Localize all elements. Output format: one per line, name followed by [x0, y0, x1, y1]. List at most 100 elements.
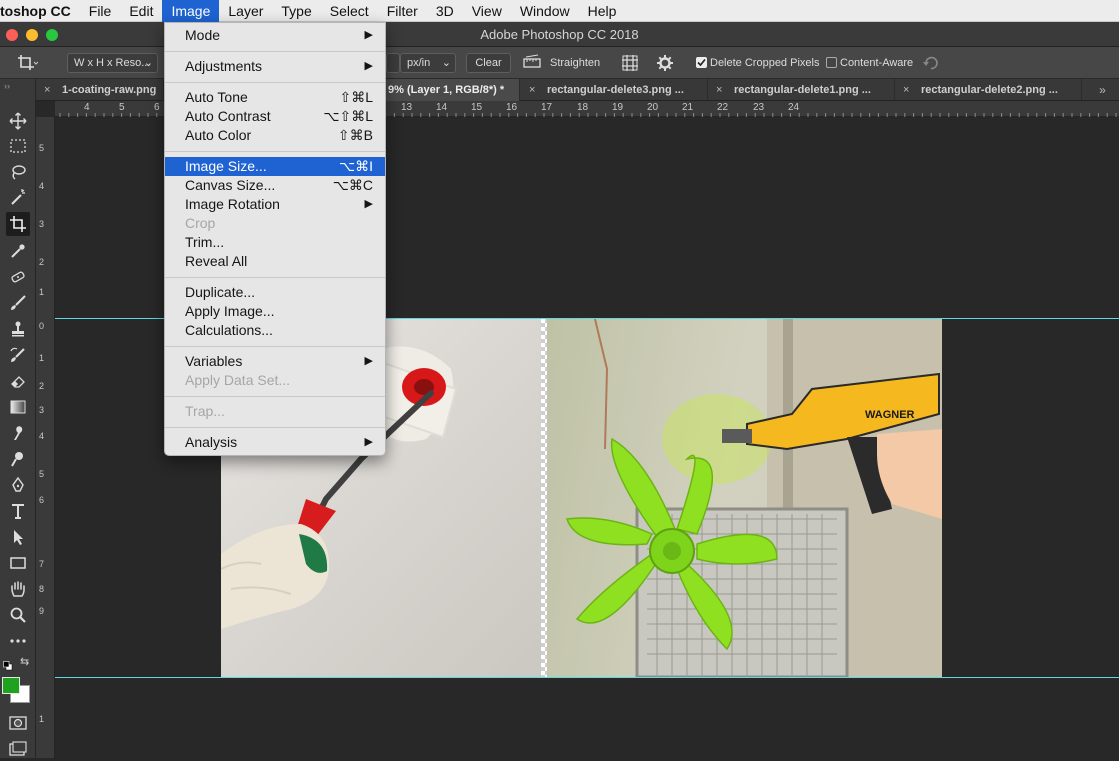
tab-document-active[interactable]: 9% (Layer 1, RGB/8*) * [386, 79, 520, 101]
menu-3d[interactable]: 3D [427, 0, 463, 22]
spot-healing-tool-icon[interactable] [6, 265, 30, 289]
spray-gun-brand-text: WAGNER [865, 409, 915, 421]
crop-tool-icon[interactable] [6, 212, 30, 236]
menu-item-variables[interactable]: Variables ▶ [165, 352, 385, 371]
tab-document[interactable]: × rectangular-delete2.png ... [895, 79, 1082, 101]
ruler-label: 5 [119, 102, 125, 113]
menu-help[interactable]: Help [579, 0, 626, 22]
more-tools-icon[interactable] [6, 629, 30, 653]
zoom-window-button[interactable] [46, 29, 58, 41]
ruler-label: 6 [154, 102, 160, 113]
delete-cropped-checkbox[interactable] [696, 57, 707, 68]
move-tool-icon[interactable] [6, 109, 30, 133]
brush-tool-icon[interactable] [6, 291, 30, 315]
menu-view[interactable]: View [463, 0, 511, 22]
menu-layer[interactable]: Layer [219, 0, 272, 22]
menu-edit[interactable]: Edit [120, 0, 162, 22]
ruler-label: 2 [39, 381, 45, 391]
screen-mode-icon[interactable] [6, 737, 30, 761]
menu-filter[interactable]: Filter [378, 0, 427, 22]
collapse-panel-icon[interactable]: ›› [4, 81, 10, 91]
reset-icon[interactable] [922, 54, 940, 75]
straighten-label[interactable]: Straighten [550, 55, 600, 71]
menu-item-reveal-all[interactable]: Reveal All [165, 252, 385, 271]
close-tab-icon[interactable]: × [716, 79, 722, 101]
tab-document[interactable]: × rectangular-delete3.png ... [521, 79, 708, 101]
more-tabs-icon[interactable]: » [1086, 79, 1119, 101]
menu-separator [165, 51, 385, 52]
tab-document[interactable]: × 1-coating-raw.png [36, 79, 164, 101]
menu-type[interactable]: Type [272, 0, 320, 22]
type-tool-icon[interactable] [6, 499, 30, 523]
submenu-arrow-icon: ▶ [364, 436, 373, 448]
menu-item-canvas-size[interactable]: Canvas Size... ⌥⌘C [165, 176, 385, 195]
dodge-tool-icon[interactable] [6, 447, 30, 471]
overlay-grid-icon[interactable] [621, 54, 639, 75]
close-tab-icon[interactable]: × [529, 79, 535, 101]
close-tab-icon[interactable]: × [903, 79, 909, 101]
eyedropper-tool-icon[interactable] [6, 239, 30, 263]
menu-item-auto-contrast[interactable]: Auto Contrast ⌥⇧⌘L [165, 107, 385, 126]
menu-separator [165, 82, 385, 83]
menu-item-analysis[interactable]: Analysis ▶ [165, 433, 385, 452]
ruler-label: 3 [39, 219, 45, 229]
menu-item-auto-color[interactable]: Auto Color ⇧⌘B [165, 126, 385, 145]
ruler-label: 5 [39, 143, 45, 153]
menu-item-trap: Trap... [185, 403, 225, 419]
hand-tool-icon[interactable] [6, 577, 30, 601]
eraser-tool-icon[interactable] [6, 369, 30, 393]
ruler-label: 0 [39, 321, 45, 331]
menu-item-image-size[interactable]: Image Size... ⌥⌘I [165, 157, 385, 176]
rectangle-tool-icon[interactable] [6, 551, 30, 575]
chevron-down-icon: ⌄ [441, 57, 451, 69]
menu-item-mode[interactable]: Mode ▶ [165, 26, 385, 45]
ruler-label: 16 [506, 102, 518, 113]
history-brush-tool-icon[interactable] [6, 343, 30, 367]
content-aware-checkbox[interactable] [826, 57, 837, 68]
menu-item-image-rotation[interactable]: Image Rotation ▶ [165, 195, 385, 214]
ruler-label: 22 [717, 102, 729, 113]
menu-window[interactable]: Window [511, 0, 579, 22]
menu-item-duplicate[interactable]: Duplicate... [165, 283, 385, 302]
swap-colors-icon[interactable]: ⇆ [20, 657, 29, 668]
smudge-tool-icon[interactable] [6, 421, 30, 445]
minimize-window-button[interactable] [26, 29, 38, 41]
magic-wand-tool-icon[interactable] [6, 185, 30, 209]
ruler-label: 13 [401, 102, 413, 113]
menu-select[interactable]: Select [321, 0, 378, 22]
ruler-label: 15 [471, 102, 483, 113]
menu-item-trim[interactable]: Trim... [165, 233, 385, 252]
menu-separator [165, 427, 385, 428]
menu-item-adjustments[interactable]: Adjustments ▶ [165, 57, 385, 76]
clone-stamp-tool-icon[interactable] [6, 317, 30, 341]
zoom-tool-icon[interactable] [6, 603, 30, 627]
marquee-tool-icon[interactable] [6, 134, 30, 158]
close-tab-icon[interactable]: × [44, 79, 50, 101]
tab-document[interactable]: × rectangular-delete1.png ... [708, 79, 895, 101]
default-colors-icon[interactable] [3, 658, 13, 676]
menu-image[interactable]: Image [162, 0, 220, 22]
menu-item-auto-tone[interactable]: Auto Tone ⇧⌘L [165, 88, 385, 107]
close-window-button[interactable] [6, 29, 18, 41]
quick-mask-icon[interactable] [6, 711, 30, 735]
gradient-tool-icon[interactable] [6, 395, 30, 419]
menu-item-calculations[interactable]: Calculations... [165, 321, 385, 340]
gear-icon[interactable] [656, 54, 674, 75]
ratio-select[interactable]: W x H x Reso... ⌄ [67, 53, 158, 73]
menu-separator [165, 396, 385, 397]
crop-tool-preset-icon[interactable] [16, 53, 39, 76]
menu-file[interactable]: File [80, 0, 121, 22]
menu-separator [165, 151, 385, 152]
straighten-icon[interactable] [522, 54, 542, 73]
clear-button[interactable]: Clear [466, 53, 511, 73]
guide-line-bottom[interactable] [55, 677, 1119, 678]
ruler-label: 18 [577, 102, 589, 113]
units-select[interactable]: px/in ⌄ [400, 53, 456, 73]
lasso-tool-icon[interactable] [6, 160, 30, 184]
height-input[interactable] [386, 53, 400, 73]
foreground-color-swatch[interactable] [2, 677, 20, 694]
path-selection-tool-icon[interactable] [6, 525, 30, 549]
app-menu[interactable]: toshop CC [0, 0, 80, 22]
menu-item-apply-image[interactable]: Apply Image... [165, 302, 385, 321]
pen-tool-icon[interactable] [6, 473, 30, 497]
